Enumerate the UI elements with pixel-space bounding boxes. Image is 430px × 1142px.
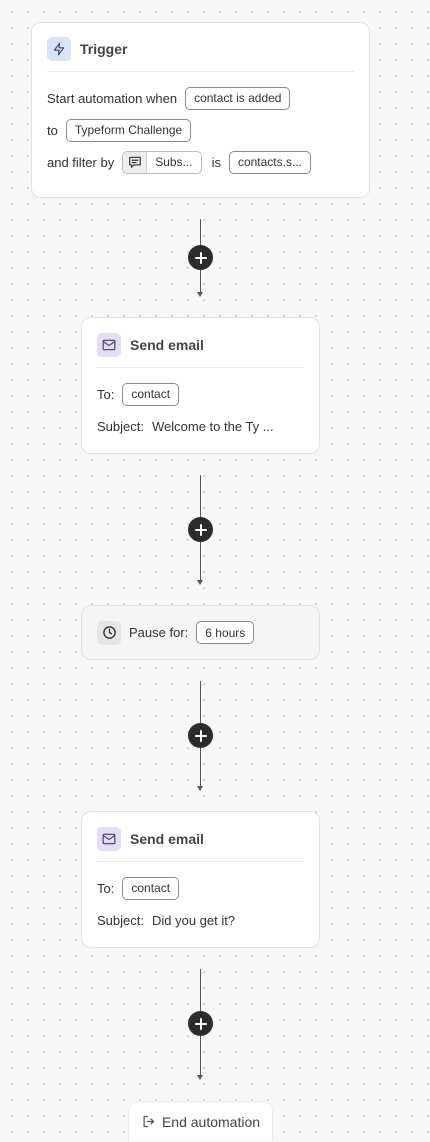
plus-icon xyxy=(194,523,207,536)
duration-chip[interactable]: 6 hours xyxy=(196,621,255,644)
message-icon xyxy=(123,151,148,173)
email-to-row: To: contact xyxy=(97,382,304,406)
pause-label: Pause for: xyxy=(129,625,189,640)
trigger-event-row: Start automation when contact is added xyxy=(47,86,354,110)
envelope-icon xyxy=(97,827,121,851)
send-email-card[interactable]: Send email To: contact Subject: Did you … xyxy=(81,811,320,948)
connector-arrow xyxy=(197,786,203,791)
trigger-when-label: Start automation when xyxy=(47,90,178,106)
connector-arrow xyxy=(197,292,203,297)
list-chip[interactable]: Typeform Challenge xyxy=(65,118,192,142)
email-subject-row: Subject: Welcome to the Ty ... xyxy=(97,414,304,438)
add-step-button[interactable] xyxy=(188,1011,213,1036)
to-chip[interactable]: contact xyxy=(122,382,180,406)
email-to-label: To: xyxy=(97,386,115,402)
trigger-header: Trigger xyxy=(47,37,354,72)
lightning-icon xyxy=(47,37,71,61)
email-subject-label: Subject: xyxy=(97,418,144,434)
send-email-card[interactable]: Send email To: contact Subject: Welcome … xyxy=(81,317,320,454)
plus-icon xyxy=(194,729,207,742)
filter-op-label: is xyxy=(211,154,221,170)
filter-field-label: Subs... xyxy=(155,155,193,169)
trigger-list-row: to Typeform Challenge xyxy=(47,118,354,142)
pause-card[interactable]: Pause for: 6 hours xyxy=(81,605,320,660)
email-subject-label: Subject: xyxy=(97,912,144,928)
filter-field-chip[interactable]: Subs... xyxy=(122,150,202,174)
end-automation-label: End automation xyxy=(161,1113,261,1130)
plus-icon xyxy=(194,1017,207,1030)
add-step-button[interactable] xyxy=(188,723,213,748)
envelope-icon xyxy=(97,333,121,357)
trigger-filter-row: and filter by Subs... is contacts.s... xyxy=(47,150,354,174)
exit-icon xyxy=(143,1115,155,1128)
clock-icon xyxy=(97,620,121,645)
trigger-title: Trigger xyxy=(80,41,128,57)
end-automation-button[interactable]: End automation xyxy=(128,1101,273,1141)
send-email-header: Send email xyxy=(97,333,304,368)
trigger-to-label: to xyxy=(47,122,58,138)
trigger-filter-label: and filter by xyxy=(47,154,115,170)
email-to-row: To: contact xyxy=(97,876,304,900)
add-step-button[interactable] xyxy=(188,245,213,270)
trigger-card[interactable]: Trigger Start automation when contact is… xyxy=(31,22,370,198)
connector-arrow xyxy=(197,1075,203,1080)
to-chip[interactable]: contact xyxy=(122,876,180,900)
email-subject-row: Subject: Did you get it? xyxy=(97,908,304,932)
filter-value-chip[interactable]: contacts.s... xyxy=(228,150,311,174)
send-email-header: Send email xyxy=(97,827,304,862)
event-chip[interactable]: contact is added xyxy=(185,86,291,110)
plus-icon xyxy=(194,251,207,264)
email-to-label: To: xyxy=(97,880,115,896)
send-email-title: Send email xyxy=(130,831,204,847)
connector-arrow xyxy=(197,580,203,585)
email-subject-value: Welcome to the Ty ... xyxy=(151,418,274,434)
email-subject-value: Did you get it? xyxy=(151,912,236,928)
send-email-title: Send email xyxy=(130,337,204,353)
add-step-button[interactable] xyxy=(188,517,213,542)
